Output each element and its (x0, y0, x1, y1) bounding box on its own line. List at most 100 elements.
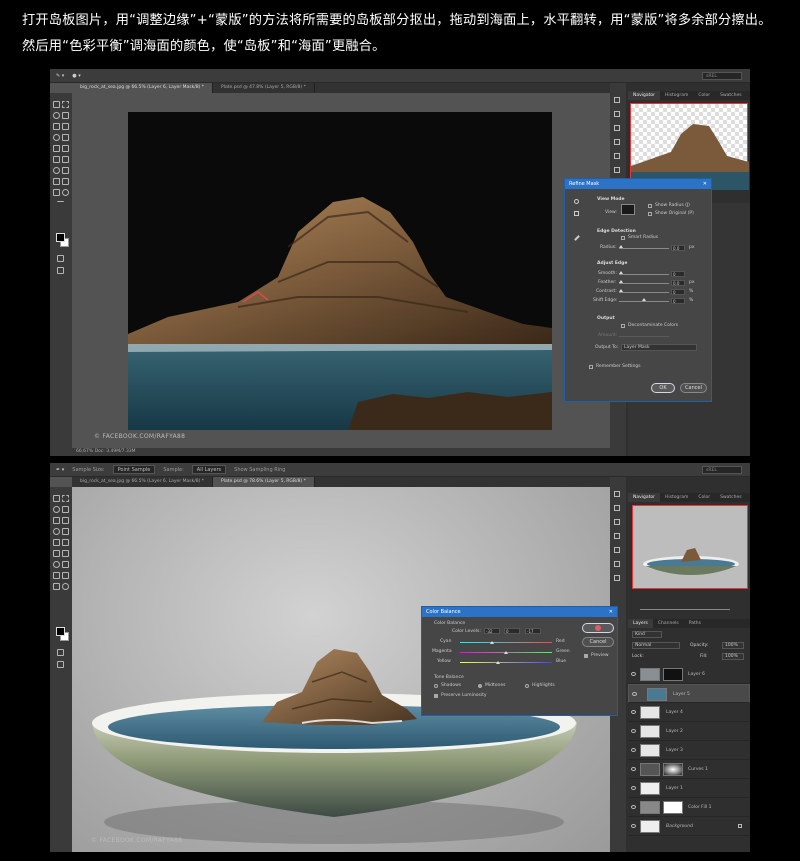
screen-mode-icon[interactable] (57, 661, 64, 668)
workspace-search[interactable]: sREL (702, 72, 742, 80)
feather-slider-thumb[interactable] (619, 280, 623, 283)
pen-tool-icon[interactable] (62, 167, 69, 174)
tab-channels[interactable]: Channels (653, 619, 684, 628)
tab-histogram[interactable]: Histogram (660, 493, 693, 502)
cyan-red-thumb[interactable] (490, 641, 494, 644)
history-panel-icon[interactable] (614, 97, 620, 103)
pen-tool-icon[interactable] (62, 561, 69, 568)
actions-panel-icon[interactable] (614, 505, 620, 511)
preview-checkbox[interactable] (584, 654, 588, 658)
quick-mask-icon[interactable] (57, 649, 64, 656)
ok-button[interactable]: OK (582, 623, 614, 633)
feather-slider[interactable] (619, 283, 669, 284)
lasso-tool-icon[interactable] (53, 506, 60, 513)
contrast-slider[interactable] (619, 292, 669, 293)
brush-panel-icon[interactable] (614, 167, 620, 173)
properties-panel-icon[interactable] (614, 519, 620, 525)
path-select-icon[interactable] (62, 572, 69, 579)
smooth-slider[interactable] (619, 274, 669, 275)
type-tool-icon[interactable] (53, 178, 60, 185)
cancel-button[interactable]: Cancel (680, 383, 707, 393)
show-radius-checkbox[interactable] (648, 204, 652, 208)
foreground-color-swatch[interactable] (56, 233, 65, 242)
shadows-radio[interactable] (434, 684, 438, 688)
hand-tool-icon[interactable] (53, 583, 60, 590)
smooth-field[interactable]: 0 (671, 271, 685, 277)
actions-panel-icon[interactable] (614, 111, 620, 117)
radius-field[interactable]: 0.0 (671, 245, 685, 251)
crop-tool-icon[interactable] (53, 123, 60, 130)
foreground-color-swatch[interactable] (56, 627, 65, 636)
tab-big-rock[interactable]: big_rock_at_sea.jpg @ 66.5% (Layer 6, La… (72, 83, 214, 93)
tab-layers[interactable]: Layers (628, 619, 653, 628)
magenta-green-field[interactable]: 0 (504, 628, 520, 634)
layer-row[interactable]: Layer 4 (628, 703, 750, 722)
remember-settings-checkbox[interactable] (589, 365, 593, 369)
history-brush-icon[interactable] (62, 145, 69, 152)
screen-mode-icon[interactable] (57, 267, 64, 274)
smooth-slider-thumb[interactable] (619, 271, 623, 274)
contrast-field[interactable]: 0 (671, 289, 685, 295)
brush-panel-icon[interactable] (614, 561, 620, 567)
hand-tool-icon[interactable] (53, 189, 60, 196)
healing-tool-icon[interactable] (53, 528, 60, 535)
workspace-search[interactable]: sREL (702, 466, 742, 474)
marquee-tool-icon[interactable] (62, 101, 69, 108)
visibility-eye-icon[interactable] (631, 748, 636, 752)
paragraph-panel-icon[interactable] (614, 547, 620, 553)
zoom-tool-icon[interactable] (574, 199, 579, 204)
blend-mode-select[interactable]: Normal (632, 642, 680, 649)
layer-row[interactable]: Color Fill 1 (628, 798, 750, 817)
fill-field[interactable]: 100% (722, 653, 744, 660)
yellow-blue-slider[interactable] (460, 662, 552, 663)
visibility-eye-icon[interactable] (631, 710, 636, 714)
tab-big-rock[interactable]: big_rock_at_sea.jpg @ 66.5% (Layer 6, La… (72, 477, 214, 487)
zoom-tool-icon[interactable] (62, 189, 69, 196)
clone-source-icon[interactable] (614, 575, 620, 581)
contrast-slider-thumb[interactable] (619, 289, 623, 292)
opacity-field[interactable]: 100% (722, 642, 744, 649)
layer-row[interactable]: Background (628, 817, 750, 836)
quick-select-icon[interactable] (62, 112, 69, 119)
brush-tool-icon[interactable] (62, 134, 69, 141)
close-icon[interactable]: ✕ (703, 179, 707, 189)
layer-row[interactable]: Layer 3 (628, 741, 750, 760)
radius-slider[interactable] (619, 248, 669, 249)
yellow-blue-field[interactable]: -17 (525, 628, 541, 634)
shift-edge-field[interactable]: 0 (671, 298, 685, 304)
stamp-tool-icon[interactable] (53, 539, 60, 546)
layer-row[interactable]: Layer 2 (628, 722, 750, 741)
quick-select-icon[interactable] (62, 506, 69, 513)
eyedropper-tool-icon[interactable]: ✒ ▾ (56, 467, 64, 473)
history-brush-icon[interactable] (62, 539, 69, 546)
sample-size-select[interactable]: Point Sample (112, 465, 156, 474)
cyan-red-field[interactable]: -32 (484, 628, 500, 634)
more-tools-icon[interactable] (57, 201, 64, 204)
midtones-radio[interactable] (478, 684, 482, 688)
magenta-green-thumb[interactable] (504, 651, 508, 654)
adjustments-panel-icon[interactable] (614, 139, 620, 145)
highlights-radio[interactable] (525, 684, 529, 688)
layer-filter-kind[interactable]: Kind (632, 631, 662, 638)
document-canvas[interactable] (128, 112, 552, 430)
dodge-tool-icon[interactable] (53, 167, 60, 174)
radius-slider-thumb[interactable] (619, 245, 623, 248)
healing-tool-icon[interactable] (53, 134, 60, 141)
visibility-eye-icon[interactable] (631, 805, 636, 809)
layer-row[interactable]: Layer 5 (628, 684, 750, 703)
decontaminate-checkbox[interactable] (621, 324, 625, 328)
move-tool-icon[interactable] (53, 101, 60, 108)
sample-select[interactable]: All Layers (191, 465, 227, 474)
dodge-tool-icon[interactable] (53, 561, 60, 568)
smart-radius-checkbox[interactable] (621, 236, 625, 240)
cyan-red-slider[interactable] (460, 642, 552, 643)
adjustments-panel-icon[interactable] (614, 533, 620, 539)
visibility-eye-icon[interactable] (631, 824, 636, 828)
tab-swatches[interactable]: Swatches (715, 493, 747, 502)
eyedropper-tool-icon[interactable] (62, 517, 69, 524)
marquee-tool-icon[interactable] (62, 495, 69, 502)
preserve-luminosity-checkbox[interactable] (434, 694, 438, 698)
brush-tool-icon[interactable] (62, 528, 69, 535)
properties-panel-icon[interactable] (614, 125, 620, 131)
tab-swatches[interactable]: Swatches (715, 91, 747, 100)
